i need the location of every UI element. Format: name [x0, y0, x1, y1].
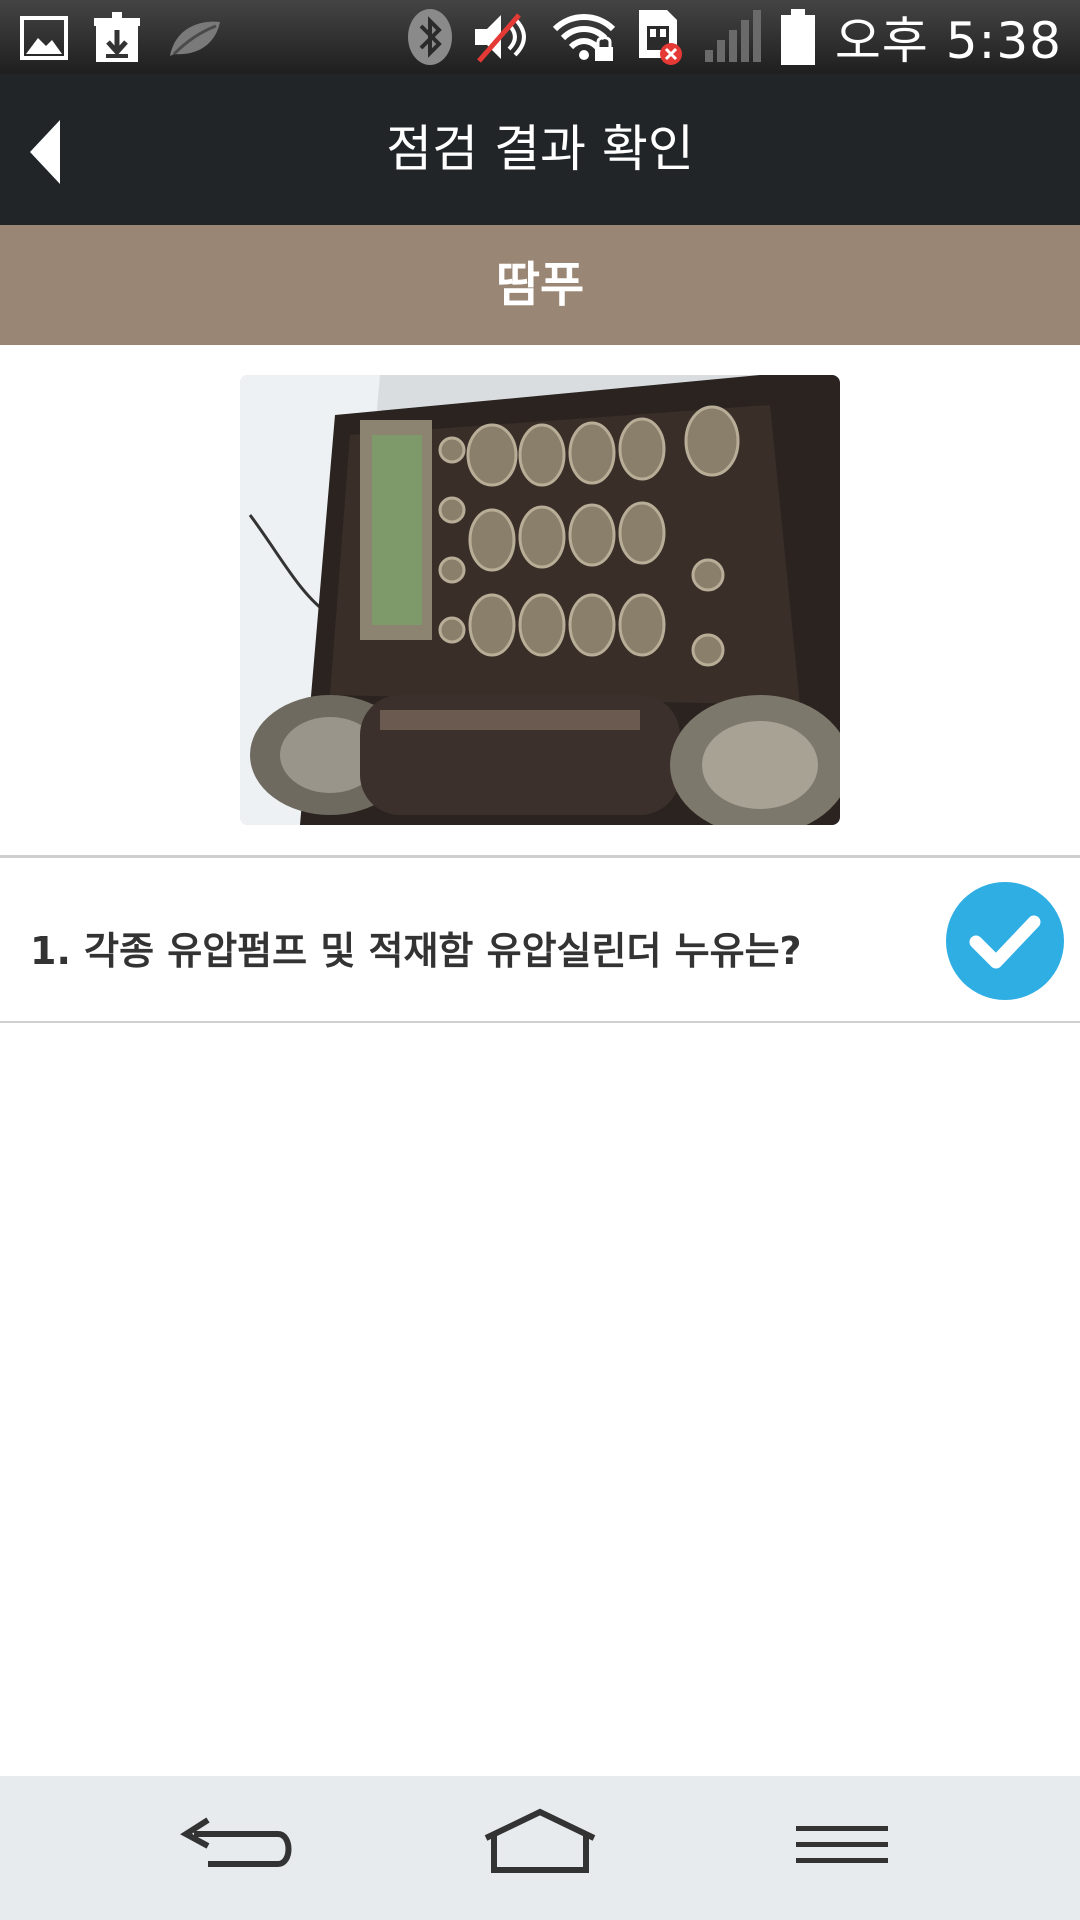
- mute-icon: [474, 13, 526, 63]
- home-nav-icon[interactable]: [480, 1806, 600, 1890]
- status-bar: 오후 5:38: [0, 0, 1080, 74]
- bluetooth-icon: [407, 9, 452, 65]
- checklist-item[interactable]: 1. 각종 유압펌프 및 적재함 유압실린더 누유는?: [0, 858, 1080, 1021]
- sim-error-icon: [638, 10, 682, 65]
- back-nav-icon[interactable]: [178, 1806, 298, 1890]
- wifi-lock-icon: [552, 14, 615, 61]
- app-bar: 점검 결과 확인: [0, 74, 1080, 225]
- leaf-icon: [170, 21, 220, 56]
- download-icon: [94, 12, 140, 62]
- check-circle-icon[interactable]: [946, 882, 1064, 1000]
- notification-icons: [20, 10, 222, 66]
- checklist-item-text: 1. 각종 유압펌프 및 적재함 유압실린더 누유는?: [30, 929, 802, 973]
- signal-icon: [704, 10, 761, 62]
- gallery-icon: [20, 16, 68, 60]
- back-arrow-icon[interactable]: [26, 116, 86, 188]
- inspection-photo[interactable]: [240, 375, 840, 825]
- status-time: 오후 5:38: [834, 12, 1062, 70]
- page-title: 점검 결과 확인: [386, 120, 694, 178]
- divider: [0, 1021, 1080, 1023]
- navigation-bar: [0, 1776, 1080, 1920]
- battery-icon: [780, 9, 815, 65]
- system-icons: 오후 5:38: [407, 8, 1062, 70]
- menu-nav-icon[interactable]: [782, 1806, 902, 1890]
- inspection-photo-illustration: [240, 375, 840, 825]
- category-header: 땀푸: [0, 225, 1080, 345]
